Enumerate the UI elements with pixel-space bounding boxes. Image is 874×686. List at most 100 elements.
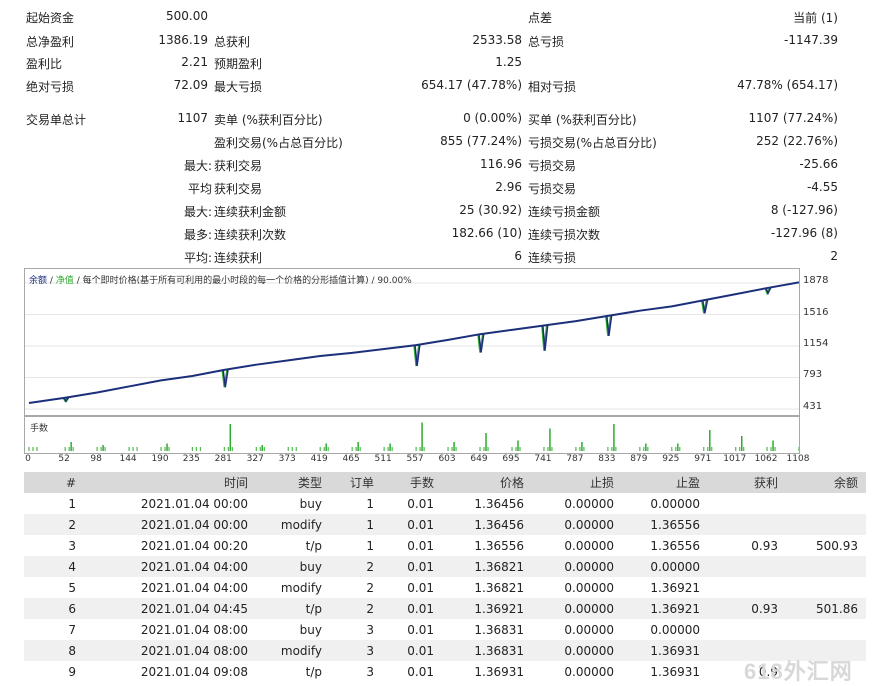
stat-label: 盈利比	[26, 57, 63, 71]
table-cell: 2021.01.04 09:08	[140, 664, 248, 679]
column-header[interactable]: 获利	[708, 472, 786, 493]
table-cell: 501.86	[786, 598, 866, 619]
column-header[interactable]: #	[24, 472, 80, 493]
y-tick-label: 1516	[803, 306, 829, 318]
table-cell: 3	[330, 640, 382, 661]
y-tick-label: 793	[803, 369, 823, 381]
stat-value: 1107	[177, 111, 208, 125]
x-tick-label: 190	[151, 454, 169, 464]
table-cell: 2	[366, 580, 374, 595]
table-cell	[708, 493, 786, 514]
table-row[interactable]: 9 2021.01.04 09:08 t/p 3 0.01 1.36931 0.00000 1…	[24, 661, 866, 682]
stat-label: 连续亏损金额	[528, 205, 601, 219]
y-tick-label: 1154	[803, 338, 829, 350]
table-cell	[786, 619, 866, 640]
table-cell: 500.93	[816, 538, 858, 553]
table-cell	[786, 493, 866, 514]
column-header[interactable]: 价格	[442, 472, 532, 493]
column-header[interactable]: 订单	[330, 472, 382, 493]
table-cell: 0.01	[407, 580, 434, 595]
table-row[interactable]: 5 2021.01.04 04:00 modify 2 0.01 1.36821 0.000…	[24, 577, 866, 598]
stat-row: 绝对亏损 72.09 最大亏损 654.17 (47.78%) 相对亏损 47.78% (…	[0, 74, 874, 97]
stat-value: 72.09	[173, 78, 208, 92]
stat-prefix: 最大:	[183, 159, 212, 173]
stat-row: 总净盈利 1386.19 总获利 2533.58 总亏损 -1147.39	[0, 29, 874, 52]
stat-row: 平均: 连续获利 6 连续亏损 2	[0, 245, 874, 268]
stat-value: 252 (22.76%)	[756, 134, 838, 148]
stat-value: 当前 (1)	[793, 11, 838, 25]
table-cell: 7	[68, 622, 76, 637]
table-cell: 0.00000	[532, 640, 622, 661]
stat-value: 6	[514, 249, 522, 263]
table-row[interactable]: 6 2021.01.04 04:45 t/p 2 0.01 1.36921 0.00000 1…	[24, 598, 866, 619]
stat-label: 相对亏损	[528, 80, 577, 94]
table-cell: 1.36456	[442, 514, 532, 535]
legend-equity: 净值	[55, 276, 74, 286]
table-cell	[708, 619, 786, 640]
stat-value: 25 (30.92)	[459, 203, 522, 217]
x-tick-label: 649	[470, 454, 488, 464]
stat-label: 亏损交易	[528, 159, 577, 173]
stat-value: 654.17 (47.78%)	[421, 78, 522, 92]
table-cell: 2	[330, 598, 382, 619]
stat-label: 交易单总计	[26, 113, 87, 127]
table-cell: 5	[68, 580, 76, 595]
trade-table: # 时间 类型 订单 手数 价格 止损 止盈 获利 余额 1 2021.01.04 00:00 buy…	[24, 472, 866, 682]
stat-row: 最大: 获利交易 116.96 亏损交易 -25.66	[0, 153, 874, 176]
watermark-logo: 618外汇网	[744, 659, 853, 684]
table-cell: 2021.01.04 00:00	[80, 514, 256, 535]
stat-value: 500.00	[166, 9, 208, 23]
stat-value: 2	[830, 249, 838, 263]
table-cell	[708, 577, 786, 598]
x-tick-label: 0	[25, 454, 31, 464]
table-cell: 0.00000	[564, 622, 614, 637]
stat-row: 盈利比 2.21 预期盈利 1.25	[0, 51, 874, 74]
table-cell: 0.01	[382, 556, 442, 577]
table-row[interactable]: 7 2021.01.04 08:00 buy 3 0.01 1.36831 0.00000 0…	[24, 619, 866, 640]
stat-label: 盈利交易(%占总百分比)	[214, 136, 343, 150]
x-tick-label: 465	[342, 454, 360, 464]
table-cell: 1.36556	[474, 538, 524, 553]
stat-value: 116.96	[480, 157, 522, 171]
column-header[interactable]: 时间	[80, 472, 256, 493]
table-cell: 0.00000	[564, 664, 614, 679]
table-cell	[708, 556, 786, 577]
x-tick-label: 52	[58, 454, 70, 464]
table-cell: 0.01	[382, 598, 442, 619]
stat-label: 点差	[528, 11, 553, 25]
column-header[interactable]: 止损	[532, 472, 622, 493]
column-header[interactable]: 余额	[786, 472, 866, 493]
stat-label: 连续亏损	[528, 251, 577, 265]
column-header[interactable]: 手数	[382, 472, 442, 493]
table-cell: 2021.01.04 00:20	[140, 538, 248, 553]
column-header[interactable]: 类型	[256, 472, 330, 493]
x-tick-label: 235	[182, 454, 200, 464]
stat-label: 绝对亏损	[26, 80, 75, 94]
table-cell: 1.36831	[474, 622, 524, 637]
table-row[interactable]: 8 2021.01.04 08:00 modify 3 0.01 1.36831 0.000…	[24, 640, 866, 661]
stat-prefix: 平均	[187, 182, 212, 196]
table-row[interactable]: 3 2021.01.04 00:20 t/p 1 0.01 1.36556 0.00000 1…	[24, 535, 866, 556]
table-cell: 1.36556	[650, 538, 700, 553]
x-tick-label: 695	[502, 454, 520, 464]
table-row[interactable]: 1 2021.01.04 00:00 buy 1 0.01 1.36456 0.00000 0…	[24, 493, 866, 514]
table-cell: 0.00000	[564, 538, 614, 553]
column-header[interactable]: 止盈	[622, 472, 708, 493]
stat-value: 2.96	[495, 180, 522, 194]
x-tick-label: 603	[438, 454, 456, 464]
x-tick-label: 925	[662, 454, 680, 464]
table-cell: buy	[299, 496, 322, 511]
table-cell: 0.00000	[650, 622, 700, 637]
table-cell: 1.36921	[650, 580, 700, 595]
stat-label: 总净盈利	[26, 35, 75, 49]
table-row[interactable]: 4 2021.01.04 04:00 buy 2 0.01 1.36821 0.00000 0…	[24, 556, 866, 577]
table-cell: t/p	[256, 598, 330, 619]
volume-chart	[24, 416, 808, 454]
table-row[interactable]: 2 2021.01.04 00:00 modify 1 0.01 1.36456 0.000…	[24, 514, 866, 535]
table-cell: 0.01	[382, 514, 442, 535]
y-tick-label: 431	[803, 401, 823, 412]
table-cell: 0.00000	[564, 496, 614, 511]
chart-legend: 余额 / 净值 / 每个即时价格(基于所有可利用的最小时段的每一个价格的分形插值…	[29, 276, 412, 286]
stat-label: 总获利	[214, 35, 251, 49]
table-cell: 0.01	[407, 664, 434, 679]
